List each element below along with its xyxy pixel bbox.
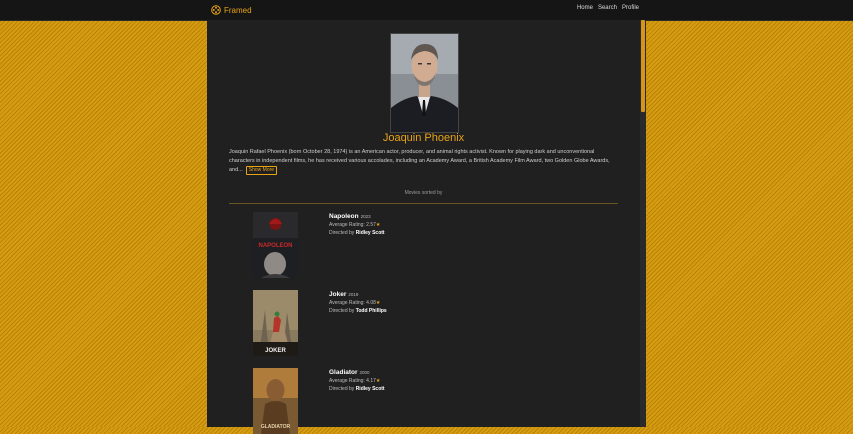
film-reel-icon	[211, 5, 221, 15]
rating-value: 4.08	[366, 300, 376, 306]
director-name[interactable]: Ridley Scott	[356, 386, 385, 392]
movie-rating: Average Rating: 4.17★	[329, 377, 529, 385]
movie-director: Directed by Ridley Scott	[329, 385, 529, 393]
movie-poster[interactable]: NAPOLEON	[253, 212, 298, 278]
person-portrait	[390, 33, 459, 133]
movie-year: 2019	[348, 292, 359, 297]
movie-title[interactable]: Gladiator	[329, 369, 358, 376]
person-bio: Joaquin Rafael Phoenix (born October 28,…	[229, 148, 613, 175]
section-divider	[229, 203, 618, 204]
top-navbar: Framed Home Search Profile	[0, 0, 853, 21]
movie-year: 2000	[359, 370, 370, 375]
star-icon: ★	[375, 222, 381, 228]
brand-logo[interactable]: Framed	[211, 4, 252, 16]
movie-title[interactable]: Napoleon	[329, 213, 359, 220]
nav-search-link[interactable]: Search	[598, 5, 617, 11]
movie-director: Directed by Todd Phillips	[329, 307, 529, 315]
director-label: Directed by	[329, 386, 355, 392]
movie-director: Directed by Ridley Scott	[329, 229, 529, 237]
rating-label: Average Rating:	[329, 378, 365, 384]
rating-value: 4.17	[366, 378, 376, 384]
movie-title-row[interactable]: Napoleon 2023	[329, 212, 529, 221]
nav-home-link[interactable]: Home	[577, 5, 593, 11]
sort-label[interactable]: Movies sorted by	[207, 190, 640, 196]
rating-label: Average Rating:	[329, 300, 365, 306]
director-name[interactable]: Ridley Scott	[356, 230, 385, 236]
movie-title[interactable]: Joker	[329, 291, 346, 298]
bio-text: Joaquin Rafael Phoenix (born October 28,…	[229, 149, 610, 173]
rating-value: 2.57	[366, 222, 376, 228]
poster-title: NAPOLEON	[258, 243, 292, 249]
rating-label: Average Rating:	[329, 222, 365, 228]
poster-title: JOKER	[265, 348, 286, 354]
poster-title: GLADIATOR	[261, 424, 291, 430]
star-icon: ★	[375, 378, 381, 384]
movie-title-row[interactable]: Gladiator 2000	[329, 368, 529, 377]
movie-poster[interactable]: GLADIATOR	[253, 368, 298, 434]
movie-poster[interactable]: JOKER	[253, 290, 298, 356]
director-label: Directed by	[329, 308, 355, 314]
movie-rating: Average Rating: 4.08★	[329, 299, 529, 307]
movie-year: 2023	[360, 214, 371, 219]
movie-info: Napoleon 2023 Average Rating: 2.57★ Direc…	[329, 212, 529, 237]
show-more-button[interactable]: Show More	[245, 166, 278, 175]
movie-info: Joker 2019 Average Rating: 4.08★ Directed…	[329, 290, 529, 315]
scrollbar-thumb[interactable]	[641, 20, 645, 112]
movie-info: Gladiator 2000 Average Rating: 4.17★ Dire…	[329, 368, 529, 393]
movie-rating: Average Rating: 2.57★	[329, 221, 529, 229]
director-label: Directed by	[329, 230, 355, 236]
nav-profile-link[interactable]: Profile	[622, 5, 639, 11]
star-icon: ★	[375, 300, 381, 306]
person-name: Joaquin Phoenix	[382, 132, 465, 144]
brand-name: Framed	[224, 5, 252, 15]
nav-links: Home Search Profile	[577, 5, 639, 11]
movie-title-row[interactable]: Joker 2019	[329, 290, 529, 299]
director-name[interactable]: Todd Phillips	[356, 308, 387, 314]
